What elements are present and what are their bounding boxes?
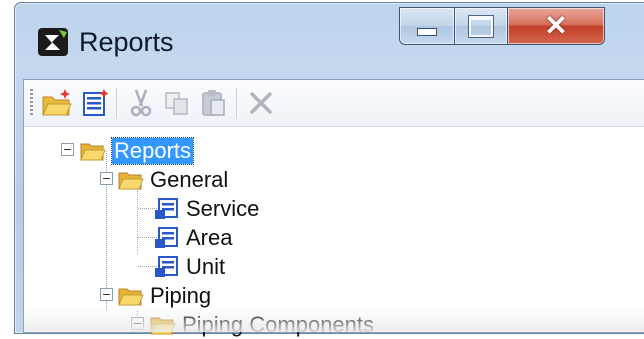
report-icon	[155, 256, 178, 277]
tree-node-label: General	[150, 167, 229, 192]
tree-node-reports[interactable]: Reports	[80, 137, 195, 165]
copy-icon	[165, 92, 188, 115]
close-icon: ✕	[544, 10, 568, 41]
toolbar-separator	[116, 88, 117, 118]
report-icon	[155, 198, 178, 219]
tree-node-label: Service	[186, 196, 260, 221]
toolbar-separator	[236, 88, 237, 118]
reports-tree: Reports General Service Area Unit Piping	[24, 127, 644, 337]
client-area: Reports General Service Area Unit Piping	[23, 79, 644, 337]
tree-node-general[interactable]: General	[118, 166, 228, 194]
maximize-icon	[468, 14, 494, 38]
toolbar	[24, 80, 644, 127]
tree-node-unit[interactable]: Unit	[154, 253, 225, 281]
folder-open-icon	[118, 172, 144, 190]
toolbar-grip[interactable]	[30, 89, 33, 117]
close-button[interactable]: ✕	[507, 7, 605, 45]
minimize-button[interactable]	[399, 7, 455, 45]
expander-piping[interactable]	[100, 288, 113, 301]
tree-node-label: Reports	[110, 137, 195, 165]
tree-node-label: Piping	[150, 283, 212, 308]
title-bar[interactable]: Reports ✕	[15, 3, 644, 79]
folder-open-icon	[118, 288, 144, 306]
tree-node-piping[interactable]: Piping	[118, 282, 211, 310]
paste-button[interactable]	[196, 86, 230, 120]
paste-icon	[202, 90, 225, 116]
folder-open-icon	[80, 143, 106, 161]
report-icon	[155, 227, 178, 248]
tree-node-service[interactable]: Service	[154, 195, 259, 223]
new-folder-icon	[42, 89, 72, 116]
maximize-button[interactable]	[454, 7, 508, 45]
new-folder-button[interactable]	[40, 86, 74, 120]
expander-reports[interactable]	[61, 143, 74, 156]
delete-x-icon	[250, 92, 272, 114]
copy-button[interactable]	[160, 86, 194, 120]
delete-button[interactable]	[244, 86, 278, 120]
minimize-icon	[417, 28, 437, 36]
app-logo-icon	[38, 28, 68, 56]
expander-general[interactable]	[100, 172, 113, 185]
new-report-icon	[83, 89, 109, 116]
new-report-button[interactable]	[78, 86, 112, 120]
window-title: Reports	[79, 27, 174, 57]
tree-node-label: Area	[186, 225, 233, 250]
tree-node-label: Unit	[186, 254, 226, 279]
reports-window: Reports ✕ Reports General Service Area U…	[14, 2, 644, 337]
bottom-fade	[24, 308, 644, 332]
scissors-icon	[130, 89, 152, 117]
cut-button[interactable]	[124, 86, 158, 120]
tree-node-area[interactable]: Area	[154, 224, 232, 252]
